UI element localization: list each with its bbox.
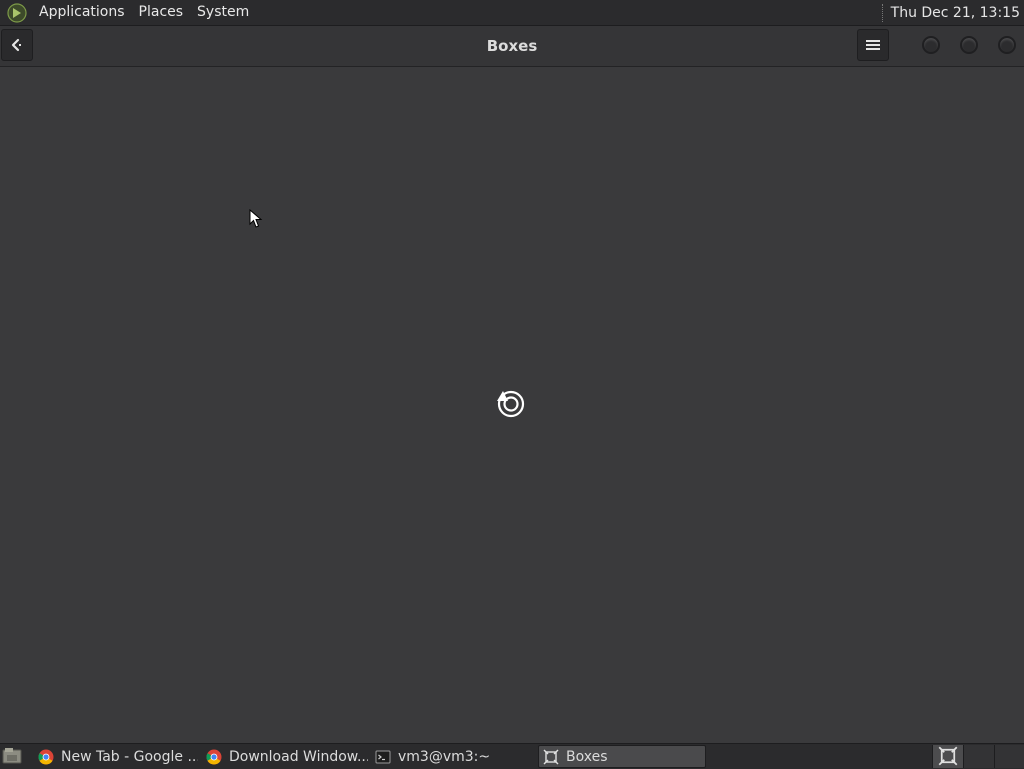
places-menu[interactable]: Places — [132, 0, 191, 25]
task-label: New Tab - Google ... — [61, 748, 198, 765]
task-label: Boxes — [566, 748, 608, 765]
close-button[interactable] — [998, 36, 1016, 54]
bottom-taskbar: New Tab - Google ... Download Window... … — [0, 743, 1024, 769]
task-label: vm3@vm3:~ — [398, 748, 491, 765]
taskbar-item-boxes[interactable]: Boxes — [538, 745, 706, 768]
workspace-2[interactable] — [963, 745, 994, 768]
header-bar: Boxes — [0, 26, 1024, 67]
task-label: Download Window... — [229, 748, 368, 765]
chrome-icon — [206, 749, 222, 764]
taskbar-item-download-window[interactable]: Download Window... — [202, 745, 368, 768]
workspace-3[interactable] — [994, 745, 1024, 768]
maximize-button[interactable] — [960, 36, 978, 54]
mouse-pointer-icon — [249, 209, 263, 228]
taskbar-item-new-tab[interactable]: New Tab - Google ... — [34, 745, 198, 768]
taskbar-item-terminal[interactable]: vm3@vm3:~ — [371, 745, 535, 768]
boxes-icon — [543, 749, 559, 764]
panel-separator — [881, 3, 885, 22]
menu-button[interactable] — [857, 29, 889, 61]
panel-clock[interactable]: Thu Dec 21, 13:15 — [891, 5, 1020, 21]
terminal-icon — [375, 750, 391, 763]
top-panel: Applications Places System Thu Dec 21, 1… — [0, 0, 1024, 26]
chrome-icon — [38, 749, 54, 764]
applications-menu[interactable]: Applications — [32, 0, 132, 25]
minimize-button[interactable] — [922, 36, 940, 54]
loading-spinner-icon — [497, 390, 525, 418]
hamburger-menu-icon — [866, 40, 880, 50]
show-desktop-icon[interactable] — [2, 747, 22, 765]
workspace-1[interactable] — [932, 745, 963, 768]
boxes-icon — [938, 746, 958, 766]
system-menu[interactable]: System — [190, 0, 256, 25]
distro-logo-icon[interactable] — [7, 2, 27, 23]
